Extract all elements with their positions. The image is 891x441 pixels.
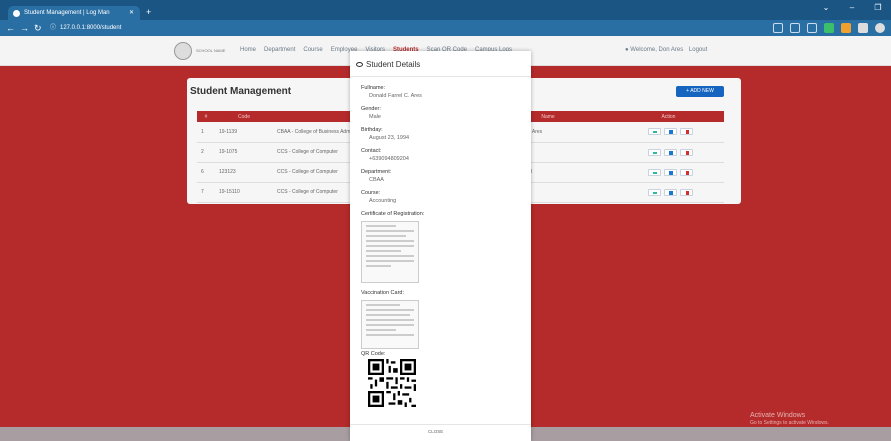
row-actions (613, 182, 724, 203)
student-details-modal: Student Details Fullname: Donald Farrel … (350, 51, 531, 441)
row-actions (613, 122, 724, 143)
birthday-value: August 23, 1994 (369, 135, 410, 141)
share-icon[interactable] (790, 23, 800, 33)
info-icon: ⓘ (50, 25, 57, 31)
browser-chrome: Student Management | Log Man ✕ + ⌄ – ❐ ←… (0, 0, 891, 36)
forward-icon[interactable]: → (20, 23, 29, 33)
extension-icons (773, 23, 885, 33)
reload-icon[interactable]: ↻ (34, 23, 42, 33)
view-button[interactable] (648, 148, 661, 156)
browser-tab[interactable]: Student Management | Log Man ✕ (8, 6, 140, 20)
delete-button[interactable] (680, 128, 693, 136)
department-value: CBAA (369, 177, 384, 183)
birthday-label: Birthday: (361, 127, 383, 133)
fullname-label: Fullname: (361, 85, 386, 91)
activate-windows-watermark: Activate Windows Go to Settings to activ… (750, 412, 829, 426)
watermark-subtitle: Go to Settings to activate Windows. (750, 420, 829, 426)
chevron-down-icon[interactable]: ⌄ (813, 0, 839, 16)
favicon-icon (13, 10, 20, 17)
row-code: 123123 (215, 162, 273, 183)
close-button[interactable]: CLOSE (428, 429, 443, 434)
page-title: Student Management (190, 86, 292, 97)
course-label: Course: (361, 190, 381, 196)
col-code: Code (215, 111, 273, 122)
welcome-area: ● Welcome, Don Ares Logout (625, 47, 707, 53)
view-button[interactable] (648, 168, 661, 176)
view-button[interactable] (648, 188, 661, 196)
edit-button[interactable] (664, 188, 677, 196)
logout-link[interactable]: Logout (689, 47, 707, 53)
vaccination-card-image[interactable] (361, 300, 419, 349)
row-code: 19-1075 (215, 142, 273, 163)
eye-icon (356, 62, 363, 68)
vaccination-label: Vaccination Card: (361, 290, 405, 296)
row-code: 19-1139 (215, 122, 273, 143)
row-code: 19-15110 (215, 182, 273, 203)
row-num: 2 (197, 142, 215, 163)
sidebar-icon[interactable] (858, 23, 868, 33)
modal-divider (350, 76, 531, 77)
certificate-image[interactable] (361, 221, 419, 283)
user-icon: ● (625, 47, 629, 53)
tab-strip: Student Management | Log Man ✕ + ⌄ – ❐ (0, 0, 891, 20)
window-controls: ⌄ – ❐ (813, 0, 891, 16)
add-new-button[interactable]: + ADD NEW (676, 86, 724, 97)
modal-title-text: Student Details (366, 60, 421, 69)
row-num: 1 (197, 122, 215, 143)
new-tab-icon[interactable]: + (146, 6, 151, 18)
nav-home[interactable]: Home (240, 47, 256, 53)
modal-title: Student Details (356, 60, 420, 69)
delete-button[interactable] (680, 188, 693, 196)
close-tab-icon[interactable]: ✕ (129, 6, 134, 20)
nav-course[interactable]: Course (303, 47, 322, 53)
watermark-title: Activate Windows (750, 412, 806, 419)
course-value: Accounting (369, 198, 397, 204)
search-icon[interactable] (773, 23, 783, 33)
edit-button[interactable] (664, 148, 677, 156)
url-input[interactable]: 127.0.0.1:8000/student (60, 23, 121, 33)
view-button[interactable] (648, 128, 661, 136)
delete-button[interactable] (680, 148, 693, 156)
contact-value: +639094809204 (369, 156, 409, 162)
contact-label: Contact: (361, 148, 382, 154)
minimize-icon[interactable]: – (839, 0, 865, 16)
gender-value: Male (369, 114, 381, 120)
tab-title: Student Management | Log Man (24, 10, 110, 16)
back-icon[interactable]: ← (6, 23, 15, 33)
school-logo[interactable] (174, 42, 192, 60)
nav-department[interactable]: Department (264, 47, 295, 53)
row-num: 7 (197, 182, 215, 203)
extension-icon[interactable] (824, 23, 834, 33)
row-actions (613, 162, 724, 183)
modal-footer-divider (350, 424, 531, 425)
profile-icon[interactable] (875, 23, 885, 33)
delete-button[interactable] (680, 168, 693, 176)
row-num: 6 (197, 162, 215, 183)
fullname-value: Donald Farrel C. Ares (369, 93, 422, 99)
welcome-text: Welcome, Don Ares (630, 47, 684, 53)
col-action: Action (613, 111, 724, 122)
qr-label: QR Code: (361, 351, 386, 357)
edit-button[interactable] (664, 168, 677, 176)
star-icon[interactable] (807, 23, 817, 33)
logo-text: SCHOOL NAME (196, 48, 226, 53)
edit-button[interactable] (664, 128, 677, 136)
col-num: # (197, 111, 215, 122)
department-label: Department: (361, 169, 392, 175)
row-actions (613, 142, 724, 163)
gender-label: Gender: (361, 106, 381, 112)
qr-code-image (368, 359, 416, 407)
restore-icon[interactable]: ❐ (865, 0, 891, 16)
puzzle-icon[interactable] (841, 23, 851, 33)
certificate-label: Certificate of Registration: (361, 211, 425, 217)
address-bar: ← → ↻ ⓘ 127.0.0.1:8000/student (0, 20, 891, 36)
